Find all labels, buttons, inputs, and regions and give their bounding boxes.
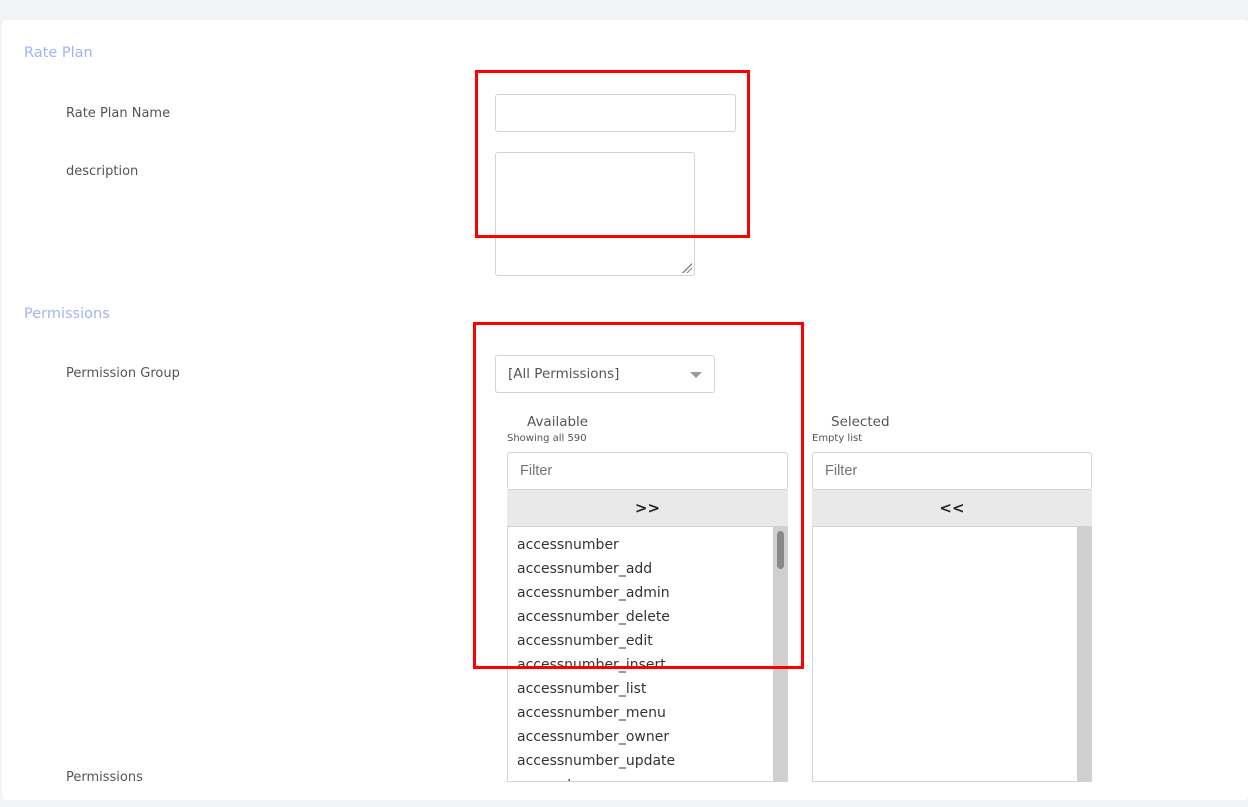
remove-all-button[interactable]: << bbox=[812, 490, 1092, 526]
resize-handle-icon[interactable] bbox=[682, 263, 692, 273]
scrollbar-thumb[interactable] bbox=[777, 531, 784, 569]
available-list[interactable]: accessnumber accessnumber_add accessnumber… bbox=[507, 526, 788, 782]
permission-group-label: Permission Group bbox=[66, 366, 180, 381]
permission-group-select[interactable]: [All Permissions] bbox=[495, 355, 715, 393]
list-item[interactable]: accessnumber_update bbox=[508, 749, 787, 773]
permissions-label: Permissions bbox=[66, 770, 143, 785]
permission-group-value: [All Permissions] bbox=[508, 366, 620, 382]
section-title-rate-plan: Rate Plan bbox=[24, 45, 93, 61]
list-item[interactable]: accessnumber_edit bbox=[508, 629, 787, 653]
selected-title: Selected bbox=[831, 414, 890, 430]
description-textarea[interactable] bbox=[495, 152, 695, 276]
list-item[interactable]: accessnumber_delete bbox=[508, 605, 787, 629]
available-title: Available bbox=[527, 414, 589, 430]
available-filter-input[interactable] bbox=[507, 452, 788, 490]
chevron-down-icon bbox=[690, 372, 702, 378]
rate-plan-name-input[interactable] bbox=[495, 94, 736, 132]
list-item[interactable]: account bbox=[508, 773, 787, 781]
list-item[interactable]: accessnumber_owner bbox=[508, 725, 787, 749]
available-info: Showing all 590 bbox=[507, 433, 587, 444]
section-title-permissions: Permissions bbox=[24, 306, 110, 322]
rate-plan-name-label: Rate Plan Name bbox=[66, 106, 171, 121]
selected-list[interactable] bbox=[812, 526, 1092, 782]
selected-filter-input[interactable] bbox=[812, 452, 1092, 490]
selected-info: Empty list bbox=[812, 433, 863, 444]
list-item[interactable]: accessnumber_menu bbox=[508, 701, 787, 725]
description-label: description bbox=[66, 164, 139, 179]
list-item[interactable]: accessnumber_add bbox=[508, 557, 787, 581]
scrollbar[interactable] bbox=[1077, 527, 1091, 781]
scrollbar[interactable] bbox=[773, 527, 787, 781]
list-item[interactable]: accessnumber_insert bbox=[508, 653, 787, 677]
list-item[interactable]: accessnumber bbox=[508, 533, 787, 557]
move-all-button[interactable]: >> bbox=[507, 490, 788, 526]
list-item[interactable]: accessnumber_list bbox=[508, 677, 787, 701]
list-item[interactable]: accessnumber_admin bbox=[508, 581, 787, 605]
form-card: Rate Plan Rate Plan Name description Per… bbox=[2, 20, 1248, 800]
